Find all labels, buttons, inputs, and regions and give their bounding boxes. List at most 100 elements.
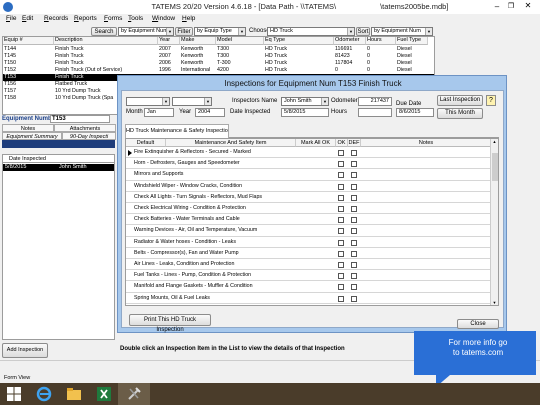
- tatems-app-icon[interactable]: [126, 386, 142, 402]
- menu-help[interactable]: Help: [182, 15, 195, 22]
- due-date-field[interactable]: 8/6/2015: [396, 108, 434, 117]
- ok-checkbox[interactable]: [338, 206, 344, 212]
- menu-edit[interactable]: Edit: [22, 15, 33, 22]
- checklist-row[interactable]: Warning Devices - Air, Oil and Temperatu…: [126, 226, 498, 237]
- def-checkbox[interactable]: [351, 284, 357, 291]
- help-icon[interactable]: ?: [486, 95, 496, 106]
- checklist-row[interactable]: Fire Extinquisher & Reflectors - Secured…: [126, 148, 498, 159]
- chevron-down-icon[interactable]: ▼: [321, 98, 328, 105]
- col-header-notes[interactable]: Notes: [361, 139, 492, 147]
- def-checkbox[interactable]: [351, 273, 357, 280]
- choose-select[interactable]: HD Truck ▼: [267, 27, 355, 36]
- chevron-down-icon[interactable]: ▼: [162, 98, 169, 105]
- checklist-row[interactable]: Windshield Wiper - Window Cracks, Condit…: [126, 182, 498, 192]
- col-header-fuel-type[interactable]: Fuel Type: [396, 37, 428, 45]
- default-select[interactable]: ▼: [126, 97, 170, 106]
- ok-checkbox[interactable]: [338, 239, 344, 246]
- maximize-icon[interactable]: ❐: [506, 2, 516, 12]
- inspector-select[interactable]: John Smith ▼: [281, 97, 329, 106]
- hours-field[interactable]: [358, 108, 392, 117]
- this-month-button[interactable]: This Month: [437, 108, 483, 119]
- menu-forms[interactable]: Forms: [104, 15, 122, 22]
- ok-checkbox[interactable]: [338, 172, 344, 179]
- def-checkbox[interactable]: [351, 150, 357, 156]
- def-checkbox[interactable]: [351, 172, 357, 179]
- ok-checkbox[interactable]: [338, 284, 344, 291]
- search-by-select[interactable]: by Equipment Num ▼: [118, 27, 174, 36]
- menu-window[interactable]: Window: [152, 15, 175, 22]
- ok-checkbox[interactable]: [338, 150, 344, 156]
- col-header-hours[interactable]: Hours: [366, 37, 396, 45]
- menu-reports[interactable]: Reports: [74, 15, 97, 22]
- ok-checkbox[interactable]: [338, 194, 344, 201]
- def-checkbox[interactable]: [351, 262, 357, 268]
- menu-records[interactable]: Records: [44, 15, 68, 22]
- print-inspection-button[interactable]: Print This HD Truck Inspection: [129, 314, 211, 333]
- scroll-up-icon[interactable]: ▲: [491, 139, 498, 144]
- minimize-icon[interactable]: –: [492, 2, 502, 12]
- def-checkbox[interactable]: [351, 183, 357, 190]
- inspection-list-item[interactable]: 5/8/2015 John Smith: [3, 164, 114, 171]
- col-header-def[interactable]: DEF: [348, 139, 361, 147]
- checklist-row[interactable]: Air Lines - Leaks, Condition and Protect…: [126, 260, 498, 271]
- ok-checkbox[interactable]: [338, 250, 344, 257]
- table-row[interactable]: T152 Finish Truck (Out of Service) 1996 Int…: [3, 67, 434, 74]
- def-checkbox[interactable]: [351, 206, 357, 212]
- chevron-down-icon[interactable]: ▼: [425, 28, 432, 35]
- def-checkbox[interactable]: [351, 250, 357, 257]
- chevron-down-icon[interactable]: ▼: [347, 28, 354, 35]
- inspection-list[interactable]: [2, 162, 115, 340]
- ok-checkbox[interactable]: [338, 273, 344, 280]
- year-field[interactable]: 2004: [195, 108, 225, 117]
- table-row[interactable]: T150 Finish Truck 2006 Kenworth T-300 HD Truc…: [3, 60, 434, 67]
- search-button[interactable]: Search: [91, 27, 117, 36]
- checklist-row[interactable]: Radiator & Water hoses - Condition - Lea…: [126, 238, 498, 248]
- ok-checkbox[interactable]: [338, 217, 344, 224]
- col-header-default[interactable]: Default: [126, 139, 166, 147]
- menu-tools[interactable]: Tools: [128, 15, 143, 22]
- month-field[interactable]: Jan: [144, 108, 174, 117]
- checklist-row[interactable]: Check Batteries - Water Terminals and Ca…: [126, 215, 498, 226]
- chevron-down-icon[interactable]: ▼: [204, 98, 211, 105]
- close-icon[interactable]: ✕: [520, 1, 536, 12]
- def-checkbox[interactable]: [351, 194, 357, 201]
- col-header-year[interactable]: Year: [158, 37, 180, 45]
- checklist-row[interactable]: Spring Mounts, Oil & Fuel Leaks: [126, 294, 498, 304]
- close-button[interactable]: Close: [457, 319, 499, 329]
- tab-hd-truck-inspection[interactable]: HD Truck Maintenance & Safety Inspection: [125, 124, 229, 138]
- col-header-mark-all-ok[interactable]: Mark All OK: [296, 139, 336, 147]
- checklist-row[interactable]: Mirrors and Supports: [126, 170, 498, 181]
- ok-checkbox[interactable]: [338, 161, 344, 168]
- def-checkbox[interactable]: [351, 228, 357, 235]
- scroll-thumb[interactable]: [492, 153, 498, 181]
- def-checkbox[interactable]: [351, 217, 357, 224]
- internet-explorer-icon[interactable]: [36, 386, 52, 402]
- col-header-odometer[interactable]: Odometer: [334, 37, 366, 45]
- col-header-ok[interactable]: OK: [336, 139, 348, 147]
- equipment-number-field[interactable]: T153: [50, 115, 110, 123]
- checklist-row[interactable]: Belts - Compressor(s), Fan and Water Pum…: [126, 249, 498, 260]
- add-inspection-button[interactable]: Add Inspection: [2, 343, 48, 358]
- scroll-down-icon[interactable]: ▼: [491, 300, 498, 305]
- tab-notes[interactable]: Notes: [2, 124, 54, 132]
- sort-button[interactable]: Sort: [356, 27, 370, 36]
- excel-icon[interactable]: [96, 386, 112, 402]
- tab-90-day-inspections[interactable]: 90-Day Inspecti: [62, 132, 116, 140]
- ok-checkbox[interactable]: [338, 295, 344, 302]
- month-year-select[interactable]: ▼: [172, 97, 212, 106]
- table-row[interactable]: T145 Finish Truck 2007 Kenworth T300 HD Truck…: [3, 53, 434, 60]
- col-header-equip[interactable]: Equip #: [3, 37, 54, 45]
- def-checkbox[interactable]: [351, 295, 357, 302]
- tab-equipment-summary[interactable]: Equipment Summary: [2, 132, 62, 140]
- def-checkbox[interactable]: [351, 161, 357, 168]
- checklist-scrollbar[interactable]: ▲ ▼: [490, 139, 498, 305]
- col-header-description[interactable]: Description: [54, 37, 158, 45]
- filter-button[interactable]: Filter: [175, 27, 193, 36]
- date-inspected-field[interactable]: 5/8/2015: [281, 108, 329, 117]
- tab-attachments[interactable]: Attachments: [54, 124, 116, 132]
- checklist-row[interactable]: Horn - Defrosters, Gauges and Speedomete…: [126, 159, 498, 170]
- ok-checkbox[interactable]: [338, 262, 344, 268]
- windows-start-icon[interactable]: [6, 386, 22, 402]
- col-header-item[interactable]: Maintenance And Safety Item: [166, 139, 296, 147]
- odometer-field[interactable]: 217437: [358, 97, 392, 106]
